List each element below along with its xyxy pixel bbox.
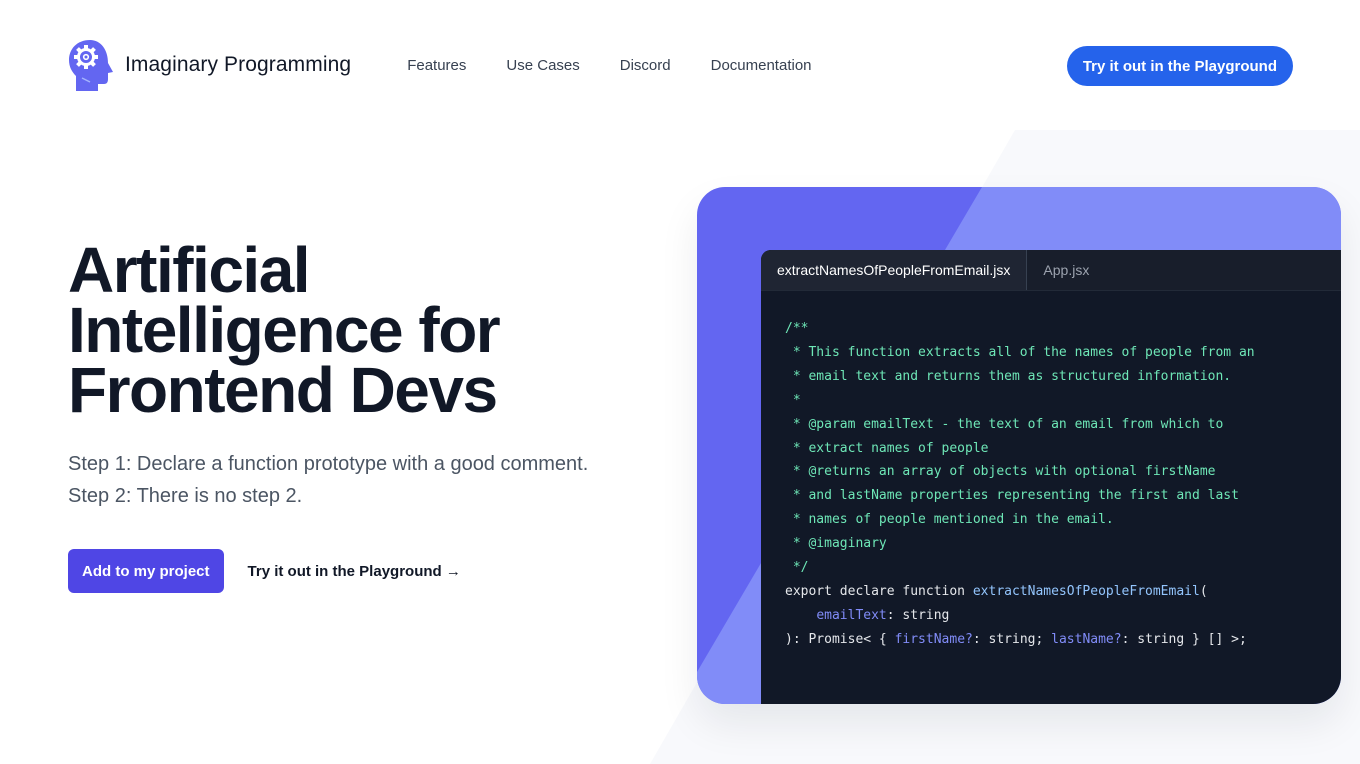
code-return-suffix: : string } [] >; (1121, 631, 1247, 647)
hero-title: Artificial Intelligence for Frontend Dev… (68, 234, 501, 426)
nav-discord[interactable]: Discord (620, 57, 671, 74)
nav-use-cases[interactable]: Use Cases (506, 57, 579, 74)
hero-steps: Step 1: Declare a function prototype wit… (68, 448, 588, 512)
head-gear-icon (69, 40, 113, 91)
editor-tabbar: extractNamesOfPeopleFromEmail.jsx App.js… (761, 250, 1341, 291)
hero-title-line: Intelligence for (68, 294, 501, 366)
tab-app-file[interactable]: App.jsx (1027, 250, 1105, 290)
step-2: Step 2: There is no step 2. (68, 485, 303, 507)
main-nav: Features Use Cases Discord Documentation (407, 57, 851, 74)
code-showcase-card: extractNamesOfPeopleFromEmail.jsx App.js… (697, 187, 1341, 704)
code-function-name: extractNamesOfPeopleFromEmail (972, 583, 1200, 599)
hero-title-line: Frontend Devs (68, 354, 498, 426)
nav-documentation[interactable]: Documentation (711, 57, 812, 74)
tab-extract-names-file[interactable]: extractNamesOfPeopleFromEmail.jsx (761, 250, 1028, 290)
code-comment: /** * This function extracts all of the … (785, 321, 1255, 576)
site-header: Imaginary Programming Features Use Cases… (68, 38, 1293, 92)
code-return-prefix: ): Promise< { (785, 631, 895, 647)
code-return-mid: : string; (972, 631, 1052, 647)
hero-actions: Add to my project Try it out in the Play… (68, 549, 461, 593)
nav-features[interactable]: Features (407, 57, 466, 74)
playground-cta-button[interactable]: Try it out in the Playground (1066, 46, 1293, 86)
hero-title-line: Artificial (68, 234, 311, 306)
step-1: Step 1: Declare a function prototype wit… (68, 453, 589, 475)
brand-name: Imaginary Programming (125, 53, 352, 76)
add-to-project-button[interactable]: Add to my project (68, 549, 224, 593)
code-prop-firstname: firstName? (894, 631, 973, 647)
code-block: /** * This function extracts all of the … (761, 291, 1341, 652)
code-param-name: emailText (816, 607, 887, 623)
code-keyword: export declare function (785, 583, 973, 599)
code-paren: ( (1199, 583, 1208, 599)
code-prop-lastname: lastName? (1051, 631, 1122, 647)
code-param-type: : string (886, 607, 950, 623)
playground-link[interactable]: Try it out in the Playground → (248, 563, 461, 580)
code-editor: extractNamesOfPeopleFromEmail.jsx App.js… (761, 250, 1341, 704)
brand-logo[interactable]: Imaginary Programming (68, 39, 351, 91)
